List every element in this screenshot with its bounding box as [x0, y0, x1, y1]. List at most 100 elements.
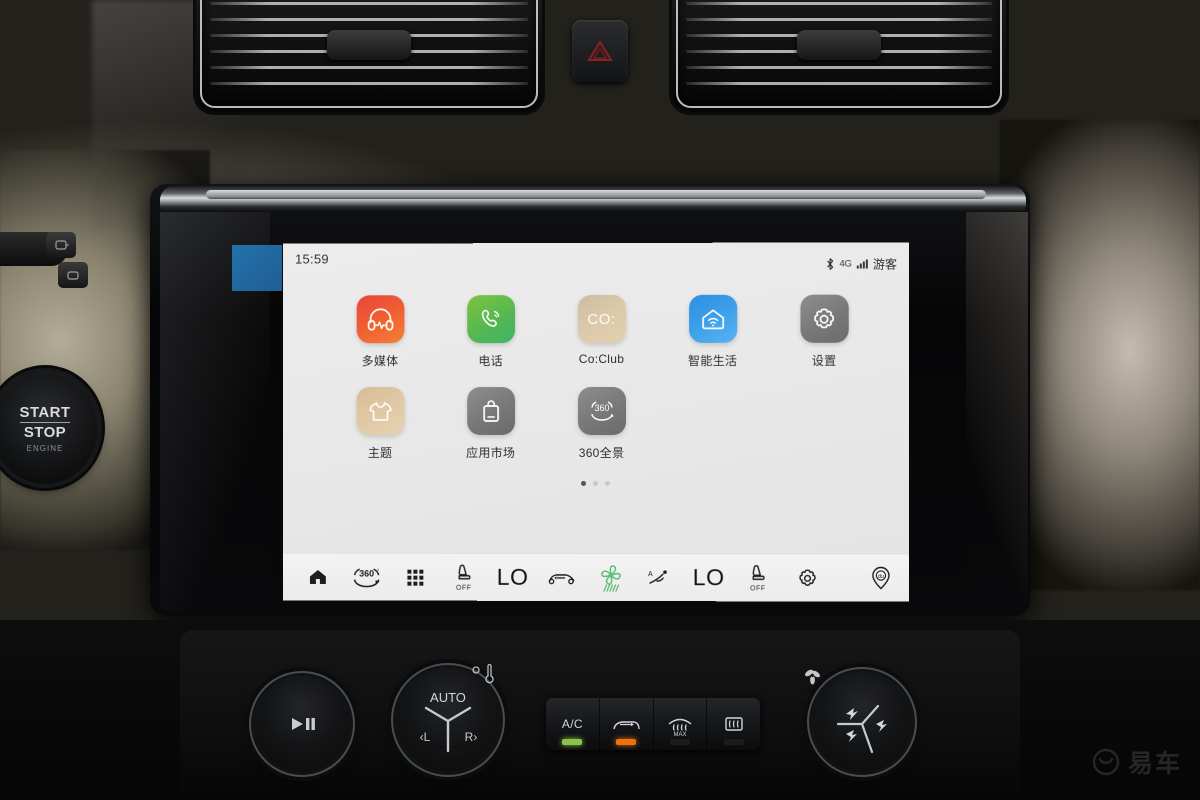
dock-driver-seat-heater[interactable]: OFF: [439, 554, 488, 600]
app-coclub[interactable]: CO: Co:Club: [546, 294, 657, 369]
status-indicators: 4G 游客: [825, 255, 897, 272]
smart-home-icon: [699, 306, 727, 332]
ac-label: A/C: [561, 717, 583, 731]
app-tile-smart-life[interactable]: [688, 294, 737, 343]
passenger-seat-heat-icon: [748, 564, 768, 586]
stalk-button-top[interactable]: [46, 232, 76, 258]
driver-seat-heat-state: OFF: [455, 584, 472, 592]
stalk-button-bottom[interactable]: [58, 262, 88, 288]
rear-defrost-button[interactable]: [707, 698, 760, 750]
driver-temp-value: LO: [496, 563, 529, 590]
climate-knob-face: AUTO ‹L R›: [420, 690, 478, 753]
dash-trim-right: [1000, 120, 1200, 590]
map-du-label: du: [877, 573, 883, 579]
headphones-icon: [368, 309, 394, 332]
page-dot-2[interactable]: [592, 480, 598, 487]
dock-recirculation[interactable]: [537, 554, 586, 600]
app-tile-settings[interactable]: [799, 294, 849, 343]
screen-edge-blue-artifact: [232, 245, 282, 291]
stop-label: STOP: [23, 423, 67, 441]
app-row-1: 多媒体 电话 CO: Co:Club 智能生活 设置: [283, 294, 909, 370]
gear-icon: [811, 305, 838, 332]
dock-driver-temp[interactable]: LO: [488, 554, 537, 600]
app-tile-coclub[interactable]: CO:: [577, 294, 626, 344]
left-zone-label: ‹L: [420, 730, 431, 744]
page-dot-3[interactable]: [604, 481, 610, 487]
dock-passenger-seat-heater[interactable]: OFF: [733, 555, 782, 601]
co-text-icon: CO:: [587, 310, 616, 328]
car-infotainment-photo: START STOP ENGINE 15:59 4G 游客 多媒体 电话 CO:…: [0, 0, 1200, 800]
air-recirculation-button[interactable]: [600, 698, 654, 750]
app-label-phone: 电话: [478, 354, 503, 369]
start-label: START: [19, 403, 71, 423]
home-icon: [309, 570, 326, 584]
app-row-2: 主题 应用市场 360 360全景: [283, 386, 909, 461]
air-recirculation-icon: [548, 573, 575, 585]
page-indicator[interactable]: [283, 480, 909, 487]
svg-text:360: 360: [594, 403, 609, 413]
rear-defrost-led: [723, 739, 744, 745]
svg-text:A: A: [648, 571, 653, 578]
app-tile-360-panorama[interactable]: 360: [577, 386, 626, 436]
shopping-bag-icon: [483, 400, 500, 422]
page-dot-1[interactable]: [580, 480, 586, 486]
signal-bars-icon: [856, 259, 868, 269]
ac-button[interactable]: A/C: [546, 698, 600, 750]
app-360-panorama[interactable]: 360 360全景: [546, 386, 657, 461]
app-smart-life[interactable]: 智能生活: [657, 294, 768, 369]
watermark: 易车: [1091, 744, 1182, 780]
app-phone[interactable]: 电话: [435, 295, 546, 369]
settings-gear-icon: [796, 567, 818, 589]
rear-defrost-icon: [724, 717, 743, 731]
bluetooth-icon: [825, 258, 834, 271]
auto-airflow-icon: A: [648, 569, 666, 583]
app-label-app-store: 应用市场: [466, 445, 516, 460]
app-app-store[interactable]: 应用市场: [435, 387, 546, 461]
dock-360-button[interactable]: 360 °: [342, 554, 391, 600]
wiper-icon: [67, 271, 79, 280]
bottom-dock: 360 ° OFF LO A LO OFF du: [283, 552, 910, 602]
air-vent-left: [196, 0, 542, 112]
app-tile-theme[interactable]: [356, 387, 404, 435]
hazard-warning-button[interactable]: [572, 20, 628, 82]
right-zone-label: R›: [465, 730, 478, 744]
dock-right-group: du: [782, 555, 909, 601]
dock-map-button[interactable]: du: [856, 555, 905, 601]
infotainment-screen[interactable]: 15:59 4G 游客 多媒体 电话 CO: Co:Club 智能生活 设置 主…: [283, 242, 910, 602]
fan-speed-icon: [600, 564, 621, 592]
dock-passenger-temp[interactable]: LO: [684, 555, 733, 601]
app-tile-multimedia[interactable]: [356, 295, 404, 344]
ac-led: [562, 739, 583, 745]
lamp-icon: [55, 240, 69, 250]
network-type-label: 4G: [839, 258, 852, 270]
housing-reflection-right: [966, 212, 1028, 612]
dock-auto-airflow[interactable]: A: [635, 555, 684, 601]
app-settings[interactable]: 设置: [768, 294, 880, 369]
vent-adjuster-left[interactable]: [327, 30, 411, 60]
map-pin-du-icon: du: [869, 565, 891, 591]
play-pause-icon: [292, 718, 315, 730]
app-tile-phone[interactable]: [466, 295, 515, 344]
airflow-direction-knob[interactable]: [812, 672, 912, 772]
passenger-temp-value: LO: [692, 564, 725, 591]
vent-adjuster-right[interactable]: [797, 30, 881, 60]
app-theme[interactable]: 主题: [325, 387, 435, 461]
app-tile-app-store[interactable]: [466, 387, 515, 435]
air-vent-right: [672, 0, 1006, 112]
phone-icon: [481, 310, 500, 328]
dock-home-button[interactable]: [293, 554, 342, 600]
play-pause-knob[interactable]: [254, 676, 350, 772]
svg-text:360: 360: [359, 568, 374, 578]
dock-app-grid-button[interactable]: [390, 554, 439, 600]
front-defrost-button[interactable]: MAX: [654, 698, 708, 750]
fan-icon-small: [805, 669, 820, 685]
clock: 15:59: [295, 251, 329, 267]
app-multimedia[interactable]: 多媒体: [325, 295, 435, 369]
dock-fan-speed[interactable]: [586, 554, 635, 600]
auto-label: AUTO: [430, 690, 466, 705]
max-label: MAX: [673, 732, 686, 737]
app-grid: 多媒体 电话 CO: Co:Club 智能生活 设置 主题 应用市场 360 3…: [283, 276, 909, 487]
app-grid-icon: [406, 569, 423, 586]
status-bar: 15:59 4G 游客: [283, 242, 909, 277]
dock-settings-button[interactable]: [782, 555, 831, 601]
